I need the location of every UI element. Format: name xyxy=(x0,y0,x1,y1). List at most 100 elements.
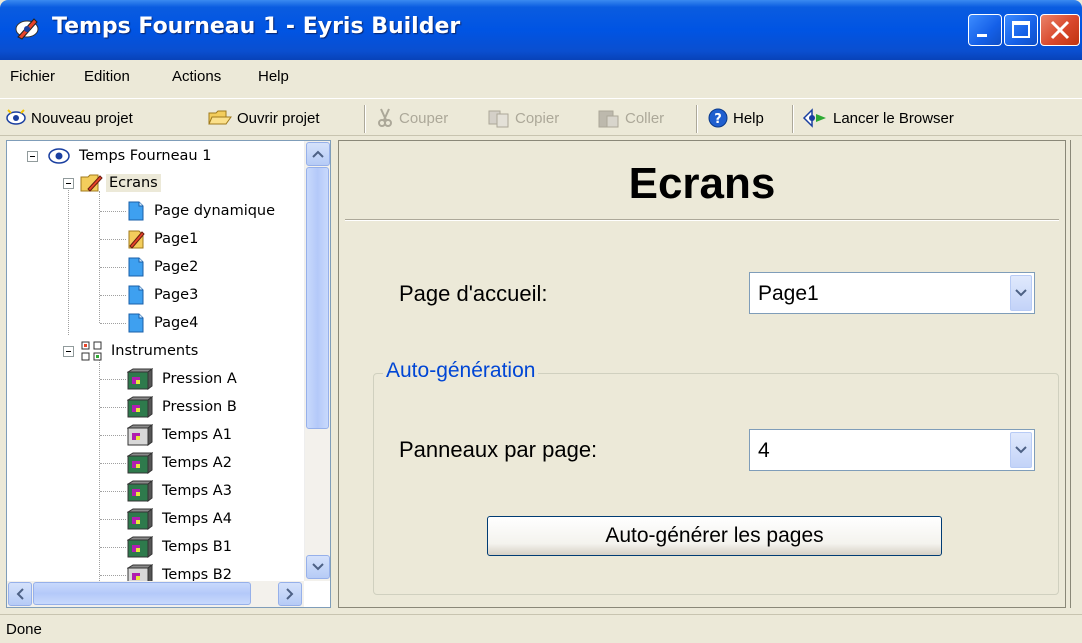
instrument-icon xyxy=(127,396,153,418)
cut-button[interactable]: Couper xyxy=(376,105,448,131)
folder-open-icon xyxy=(208,110,232,125)
scroll-down-button[interactable] xyxy=(306,555,330,579)
tree-page-label: Page1 xyxy=(154,231,199,247)
project-tree[interactable]: Temps Fourneau 1 Ecrans Page dynamique P… xyxy=(6,140,331,608)
copy-label: Copier xyxy=(515,109,560,127)
copy-button[interactable]: Copier xyxy=(488,105,559,131)
panels-per-page-select[interactable]: 4 xyxy=(749,429,1035,471)
paste-label: Coller xyxy=(625,109,665,127)
scissors-icon xyxy=(378,108,392,127)
tree-connector xyxy=(68,179,69,335)
title-bar: Temps Fourneau 1 - Eyris Builder xyxy=(0,0,1082,60)
tree-instrument-item[interactable]: Temps A3 xyxy=(127,478,235,504)
toolbar-separator xyxy=(696,105,698,133)
app-icon xyxy=(15,18,39,40)
menu-bar: Fichier Edition Actions Help xyxy=(0,62,1082,92)
tree-connector xyxy=(100,211,126,212)
home-page-value: Page1 xyxy=(758,282,819,305)
tree-connector xyxy=(100,323,126,324)
launch-browser-label: Lancer le Browser xyxy=(833,109,954,127)
tree-page-item[interactable]: Page dynamique xyxy=(127,198,278,224)
tree-instrument-item[interactable]: Temps A4 xyxy=(127,506,235,532)
page-icon xyxy=(128,313,144,333)
tree-instrument-label: Pression A xyxy=(162,371,237,387)
screens-panel: Ecrans Page d'accueil: Page1 Auto-généra… xyxy=(338,140,1066,608)
help-button[interactable]: ? Help xyxy=(708,105,764,131)
tree-folder-ecrans[interactable]: Ecrans xyxy=(63,170,161,196)
cut-label: Couper xyxy=(399,109,449,127)
status-bar: Done xyxy=(0,614,1082,643)
toolbar-separator xyxy=(792,105,794,133)
tree-connector xyxy=(100,519,126,520)
dropdown-button[interactable] xyxy=(1010,275,1032,311)
menu-fichier[interactable]: Fichier xyxy=(10,68,55,85)
tree-instrument-item[interactable]: Temps A2 xyxy=(127,450,235,476)
new-project-icon xyxy=(6,109,26,125)
tree-page-item[interactable]: Page3 xyxy=(127,282,201,308)
right-panel-edge xyxy=(1070,140,1082,608)
status-text: Done xyxy=(6,621,42,638)
new-project-label: Nouveau projet xyxy=(31,109,133,127)
home-page-select[interactable]: Page1 xyxy=(749,272,1035,314)
minimize-button[interactable] xyxy=(968,14,1002,46)
scroll-left-button[interactable] xyxy=(8,582,32,606)
tree-folder-ecrans-label: Ecrans xyxy=(106,174,161,192)
tree-vertical-scroll-thumb[interactable] xyxy=(306,167,329,429)
auto-generate-pages-button[interactable]: Auto-générer les pages xyxy=(487,516,942,556)
heading-divider xyxy=(345,219,1059,221)
scroll-up-button[interactable] xyxy=(306,142,330,166)
tree-instrument-item[interactable]: Temps A1 xyxy=(127,422,235,448)
tree-connector xyxy=(100,379,126,380)
copy-icon xyxy=(488,110,509,128)
tree-connector xyxy=(100,547,126,548)
tree-instrument-label: Temps A4 xyxy=(162,511,232,527)
menu-edition[interactable]: Edition xyxy=(84,68,130,85)
auto-generation-group xyxy=(373,373,1059,595)
browser-icon xyxy=(802,108,826,128)
tree-instrument-item[interactable]: Pression A xyxy=(127,366,240,392)
screens-folder-icon xyxy=(80,174,103,192)
tree-folder-instruments-label: Instruments xyxy=(111,343,199,359)
instrument-icon xyxy=(127,368,153,390)
maximize-button[interactable] xyxy=(1004,14,1038,46)
launch-browser-button[interactable]: Lancer le Browser xyxy=(802,105,954,131)
paste-button[interactable]: Coller xyxy=(598,105,664,131)
panels-per-page-label: Panneaux par page: xyxy=(399,437,598,462)
tree-instrument-item[interactable]: Pression B xyxy=(127,394,240,420)
new-project-button[interactable]: Nouveau projet xyxy=(6,105,133,131)
collapse-toggle[interactable] xyxy=(63,177,74,189)
tree-vertical-scrollbar[interactable] xyxy=(304,141,330,581)
tree-root-label: Temps Fourneau 1 xyxy=(79,148,212,164)
tree-page-item[interactable]: Page2 xyxy=(127,254,201,280)
chevron-right-icon xyxy=(286,588,294,600)
open-project-label: Ouvrir projet xyxy=(237,109,320,127)
page-edit-icon xyxy=(128,230,145,249)
tree-root[interactable]: Temps Fourneau 1 xyxy=(27,143,214,169)
auto-generation-title: Auto-génération xyxy=(383,359,539,383)
panels-per-page-value: 4 xyxy=(758,439,770,462)
tree-instrument-label: Temps A1 xyxy=(162,427,232,443)
collapse-toggle[interactable] xyxy=(63,345,74,357)
close-button[interactable] xyxy=(1040,14,1080,46)
scroll-right-button[interactable] xyxy=(278,582,302,606)
tree-page-item[interactable]: Page4 xyxy=(127,310,201,336)
chevron-down-icon xyxy=(1015,446,1027,454)
tree-page-label: Page3 xyxy=(154,287,199,303)
open-project-button[interactable]: Ouvrir projet xyxy=(208,105,320,131)
tree-horizontal-scrollbar[interactable] xyxy=(7,581,304,607)
menu-help[interactable]: Help xyxy=(258,68,289,85)
tree-horizontal-scroll-thumb[interactable] xyxy=(33,582,251,605)
tree-page-item[interactable]: Page1 xyxy=(127,226,201,252)
window-title: Temps Fourneau 1 - Eyris Builder xyxy=(52,14,461,39)
help-label: Help xyxy=(733,109,764,127)
dropdown-button[interactable] xyxy=(1010,432,1032,468)
tree-folder-instruments[interactable]: Instruments xyxy=(63,338,201,364)
menu-actions[interactable]: Actions xyxy=(172,68,221,85)
tree-page-label: Page2 xyxy=(154,259,199,275)
collapse-toggle[interactable] xyxy=(27,150,38,162)
tree-connector xyxy=(100,267,126,268)
tree-instrument-label: Temps A3 xyxy=(162,483,232,499)
tree-instrument-item[interactable]: Temps B1 xyxy=(127,534,235,560)
page-title: Ecrans xyxy=(628,159,776,208)
chevron-up-icon xyxy=(312,150,324,158)
